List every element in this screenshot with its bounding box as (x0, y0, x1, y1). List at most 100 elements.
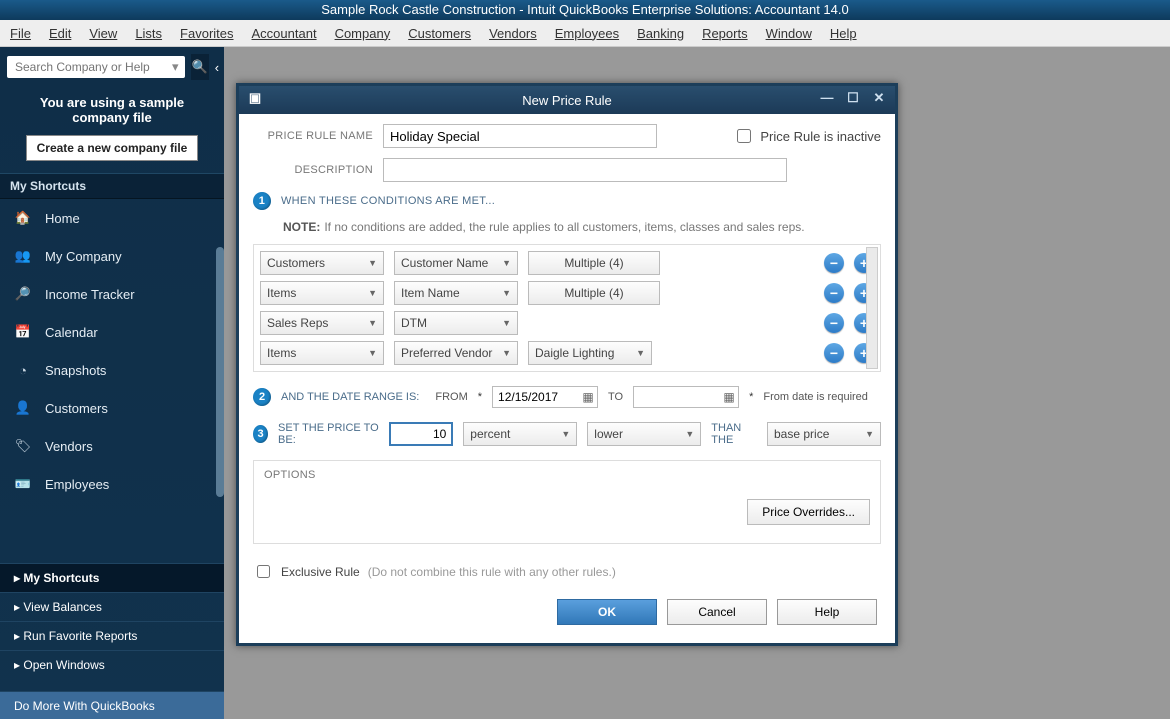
sidebar-bottom-runfavreports[interactable]: ▸ Run Favorite Reports (0, 621, 224, 650)
menu-window[interactable]: Window (766, 26, 812, 41)
from-date-input[interactable] (493, 388, 579, 406)
cond-field-select[interactable]: DTM▼ (394, 311, 518, 335)
dialog-menu-icon[interactable]: ▣ (247, 90, 263, 106)
menubar: File Edit View Lists Favorites Accountan… (0, 20, 1170, 47)
sidebar-item-vendors[interactable]: 🏷 Vendors (0, 427, 224, 465)
price-value-input[interactable] (389, 422, 453, 446)
conditions-scrollbar[interactable] (866, 247, 878, 369)
exclusive-rule-checkbox[interactable] (257, 565, 270, 578)
menu-favorites[interactable]: Favorites (180, 26, 233, 41)
calendar-icon: 📅 (14, 323, 32, 341)
section1-heading: WHEN THESE CONDITIONS ARE MET... (281, 195, 495, 207)
menu-file[interactable]: File (10, 26, 31, 41)
from-required-label: From date is required (763, 391, 868, 403)
menu-employees[interactable]: Employees (555, 26, 619, 41)
cond-type-select[interactable]: Items▼ (260, 281, 384, 305)
condition-row: Sales Reps▼ DTM▼ − + (260, 311, 874, 335)
menu-banking[interactable]: Banking (637, 26, 684, 41)
sidebar-item-mycompany[interactable]: 👥 My Company (0, 237, 224, 275)
chevron-down-icon: ▼ (368, 288, 377, 298)
menu-customers[interactable]: Customers (408, 26, 471, 41)
price-overrides-button[interactable]: Price Overrides... (747, 499, 870, 525)
calendar-icon[interactable]: ▦ (579, 390, 597, 404)
menu-accountant[interactable]: Accountant (252, 26, 317, 41)
magnify-dollar-icon: 🔎 (14, 285, 32, 303)
chevron-down-icon[interactable]: ▾ (172, 59, 179, 75)
sidebar-item-income-tracker[interactable]: 🔎 Income Tracker (0, 275, 224, 313)
cond-type-select[interactable]: Items▼ (260, 341, 384, 365)
search-input[interactable] (13, 59, 172, 75)
section3-heading: SET THE PRICE TO BE: (278, 422, 379, 446)
maximize-icon[interactable]: ☐ (845, 90, 861, 106)
sidebar-bottom-myshortcuts[interactable]: ▸ My Shortcuts (0, 563, 224, 592)
section2-heading: AND THE DATE RANGE IS: (281, 391, 419, 403)
menu-reports[interactable]: Reports (702, 26, 748, 41)
dialog-titlebar: ▣ New Price Rule — ☐ ✕ (239, 86, 895, 114)
chevron-down-icon: ▼ (368, 348, 377, 358)
cond-field-select[interactable]: Preferred Vendor▼ (394, 341, 518, 365)
cond-value-select[interactable]: Daigle Lighting▼ (528, 341, 652, 365)
sidebar-item-snapshots[interactable]: ◔ Snapshots (0, 351, 224, 389)
employee-icon: 🪪 (14, 475, 32, 493)
remove-condition-button[interactable]: − (824, 343, 844, 363)
sidebar-domore[interactable]: Do More With QuickBooks (0, 691, 224, 719)
cond-value-button[interactable]: Multiple (4) (528, 281, 660, 305)
description-input[interactable] (383, 158, 787, 182)
banner-line2: company file (10, 110, 214, 125)
minimize-icon[interactable]: — (819, 90, 835, 106)
menu-edit[interactable]: Edit (49, 26, 71, 41)
dialog-title: New Price Rule (522, 93, 612, 108)
price-unit-select[interactable]: percent▼ (463, 422, 577, 446)
sidebar-item-label: Calendar (45, 325, 98, 340)
remove-condition-button[interactable]: − (824, 283, 844, 303)
sidebar-item-home[interactable]: 🏠 Home (0, 199, 224, 237)
condition-row: Items▼ Preferred Vendor▼ Daigle Lighting… (260, 341, 874, 365)
sidebar-item-calendar[interactable]: 📅 Calendar (0, 313, 224, 351)
sidebar-bottom-openwindows[interactable]: ▸ Open Windows (0, 650, 224, 679)
from-label: FROM (435, 391, 467, 403)
close-icon[interactable]: ✕ (871, 90, 887, 106)
search-icon: 🔍 (192, 59, 208, 75)
ok-button[interactable]: OK (557, 599, 657, 625)
cond-type-select[interactable]: Sales Reps▼ (260, 311, 384, 335)
menu-company[interactable]: Company (335, 26, 391, 41)
menu-help[interactable]: Help (830, 26, 857, 41)
shortcuts-heading: My Shortcuts (0, 173, 224, 199)
panel-collapse-button[interactable]: ‹ (215, 55, 219, 79)
condition-row: Customers▼ Customer Name▼ Multiple (4) −… (260, 251, 874, 275)
step-2-badge: 2 (253, 388, 271, 406)
cancel-button[interactable]: Cancel (667, 599, 767, 625)
piechart-icon: ◔ (14, 361, 32, 379)
sidebar-bottom-viewbalances[interactable]: ▸ View Balances (0, 592, 224, 621)
inactive-checkbox[interactable] (737, 129, 751, 143)
sidebar-item-employees[interactable]: 🪪 Employees (0, 465, 224, 503)
sidebar-item-customers[interactable]: 👤 Customers (0, 389, 224, 427)
sidebar-item-label: Home (45, 211, 80, 226)
remove-condition-button[interactable]: − (824, 313, 844, 333)
inactive-check[interactable]: Price Rule is inactive (733, 126, 881, 146)
from-date-wrap: ▦ (492, 386, 598, 408)
price-rule-name-input[interactable] (383, 124, 657, 148)
sidebar-item-label: Customers (45, 401, 108, 416)
cond-field-select[interactable]: Customer Name▼ (394, 251, 518, 275)
remove-condition-button[interactable]: − (824, 253, 844, 273)
vendor-icon: 🏷 (14, 437, 32, 455)
menu-lists[interactable]: Lists (135, 26, 162, 41)
cond-value-button[interactable]: Multiple (4) (528, 251, 660, 275)
calendar-icon[interactable]: ▦ (720, 390, 738, 404)
search-button[interactable]: 🔍 (191, 54, 209, 80)
home-icon: 🏠 (14, 209, 32, 227)
content-area: ▣ New Price Rule — ☐ ✕ PRICE RULE NAME P… (224, 47, 1170, 719)
menu-view[interactable]: View (89, 26, 117, 41)
help-button[interactable]: Help (777, 599, 877, 625)
cond-type-select[interactable]: Customers▼ (260, 251, 384, 275)
cond-field-select[interactable]: Item Name▼ (394, 281, 518, 305)
menu-vendors[interactable]: Vendors (489, 26, 537, 41)
sidebar: ▾ 🔍 ‹ You are using a sample company fil… (0, 47, 224, 719)
create-company-button[interactable]: Create a new company file (26, 135, 199, 161)
sidebar-scrollbar[interactable] (216, 247, 224, 497)
price-basis-select[interactable]: base price▼ (767, 422, 881, 446)
condition-row: Items▼ Item Name▼ Multiple (4) − + (260, 281, 874, 305)
to-date-input[interactable] (634, 388, 720, 406)
price-direction-select[interactable]: lower▼ (587, 422, 701, 446)
